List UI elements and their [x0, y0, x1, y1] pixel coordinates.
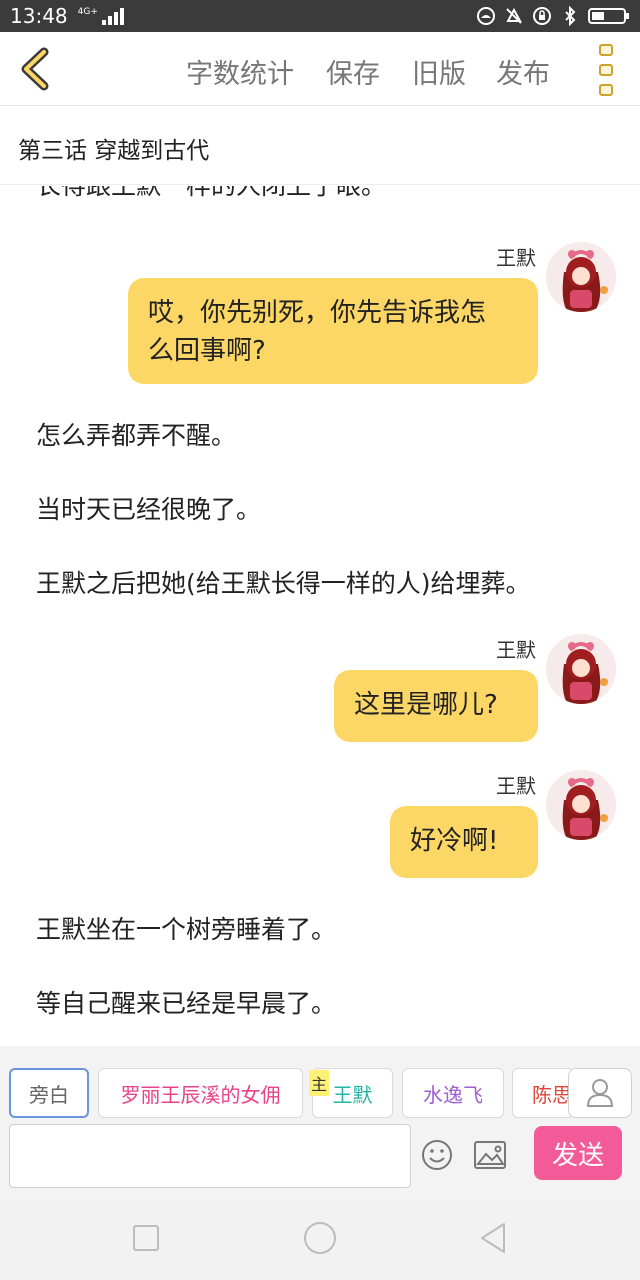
- word-count-button[interactable]: 字数统计: [186, 52, 294, 91]
- character-avatar[interactable]: [546, 634, 616, 704]
- chapter-title: 第三话 穿越到古代: [18, 138, 210, 164]
- character-chip-maid[interactable]: 罗丽王辰溪的女佣: [98, 1068, 303, 1118]
- lock-rotation-icon: [532, 6, 552, 26]
- home-icon[interactable]: [302, 1220, 338, 1256]
- emoji-button[interactable]: [420, 1138, 454, 1172]
- bluetooth-icon: [560, 6, 580, 26]
- system-nav-bar: [0, 1196, 640, 1280]
- speaker-name: 王默: [496, 638, 536, 662]
- dialogue-text: 好冷啊!: [410, 826, 499, 856]
- image-button[interactable]: [472, 1138, 508, 1172]
- dialogue-bubble[interactable]: 好冷啊!: [390, 806, 538, 878]
- dialogue-text: 哎，你先别死，你先告诉我怎: [148, 298, 487, 328]
- save-button[interactable]: 保存: [326, 52, 380, 91]
- status-bar: 13:48 4G+: [0, 0, 640, 32]
- more-dot-icon: [599, 84, 613, 96]
- character-chip-chensi[interactable]: 陈思: [512, 1068, 574, 1118]
- signal-icon: 4G+: [77, 6, 124, 25]
- story-content[interactable]: 长得跟王默一样的人闭上了眼。 王默 哎，你先别死，你先告诉我怎 么回事啊? 怎么…: [0, 186, 640, 1046]
- character-chip-narrator[interactable]: 旁白: [9, 1068, 89, 1118]
- recent-apps-icon[interactable]: [128, 1220, 164, 1256]
- speaker-name: 王默: [496, 774, 536, 798]
- image-icon: [474, 1141, 506, 1169]
- chapter-header: 第三话 穿越到古代: [0, 107, 640, 185]
- editor-toolbar: 字数统计 保存 旧版 发布: [0, 32, 640, 106]
- character-avatar[interactable]: [546, 770, 616, 840]
- battery-icon: [588, 6, 630, 26]
- anime-girl-avatar-icon: [546, 770, 616, 840]
- smiley-icon: [422, 1140, 452, 1170]
- publish-button[interactable]: 发布: [496, 52, 550, 91]
- dialogue-bubble[interactable]: 这里是哪儿?: [334, 670, 538, 742]
- narration-line: 怎么弄都弄不醒。: [36, 421, 237, 450]
- narration-line: 当时天已经很晚了。: [36, 495, 262, 524]
- character-manage-button[interactable]: [568, 1068, 632, 1118]
- composer: 发送: [0, 1122, 640, 1196]
- anime-girl-avatar-icon: [546, 242, 616, 312]
- narration-line: 王默坐在一个树旁睡着了。: [36, 915, 337, 944]
- anime-girl-avatar-icon: [546, 634, 616, 704]
- message-input[interactable]: [9, 1124, 411, 1188]
- narration-line: 长得跟王默一样的人闭上了眼。: [36, 186, 386, 202]
- back-button[interactable]: [14, 46, 60, 92]
- status-time: 13:48: [10, 4, 68, 28]
- main-character-badge: 主: [309, 1070, 329, 1096]
- old-version-button[interactable]: 旧版: [412, 52, 466, 91]
- send-button[interactable]: 发送: [534, 1126, 622, 1180]
- person-icon: [586, 1079, 614, 1107]
- narration-line: 王默之后把她(给王默长得一样的人)给埋葬。: [36, 569, 531, 598]
- more-menu-button[interactable]: [596, 44, 616, 96]
- character-chip-shuiyifei[interactable]: 水逸飞: [402, 1068, 504, 1118]
- narration-line: 等自己醒来已经是早晨了。: [36, 989, 337, 1018]
- sync-icon: [476, 6, 496, 26]
- dialogue-text: 这里是哪儿?: [354, 690, 498, 720]
- more-dot-icon: [599, 44, 613, 56]
- dialogue-text: 么回事啊?: [148, 336, 266, 366]
- more-dot-icon: [599, 64, 613, 76]
- mute-icon: [504, 6, 524, 26]
- back-nav-icon[interactable]: [476, 1220, 512, 1256]
- character-avatar[interactable]: [546, 242, 616, 312]
- network-type: 4G+: [77, 6, 98, 17]
- chevron-left-icon: [21, 47, 49, 91]
- speaker-name: 王默: [496, 246, 536, 270]
- dialogue-bubble[interactable]: 哎，你先别死，你先告诉我怎 么回事啊?: [128, 278, 538, 384]
